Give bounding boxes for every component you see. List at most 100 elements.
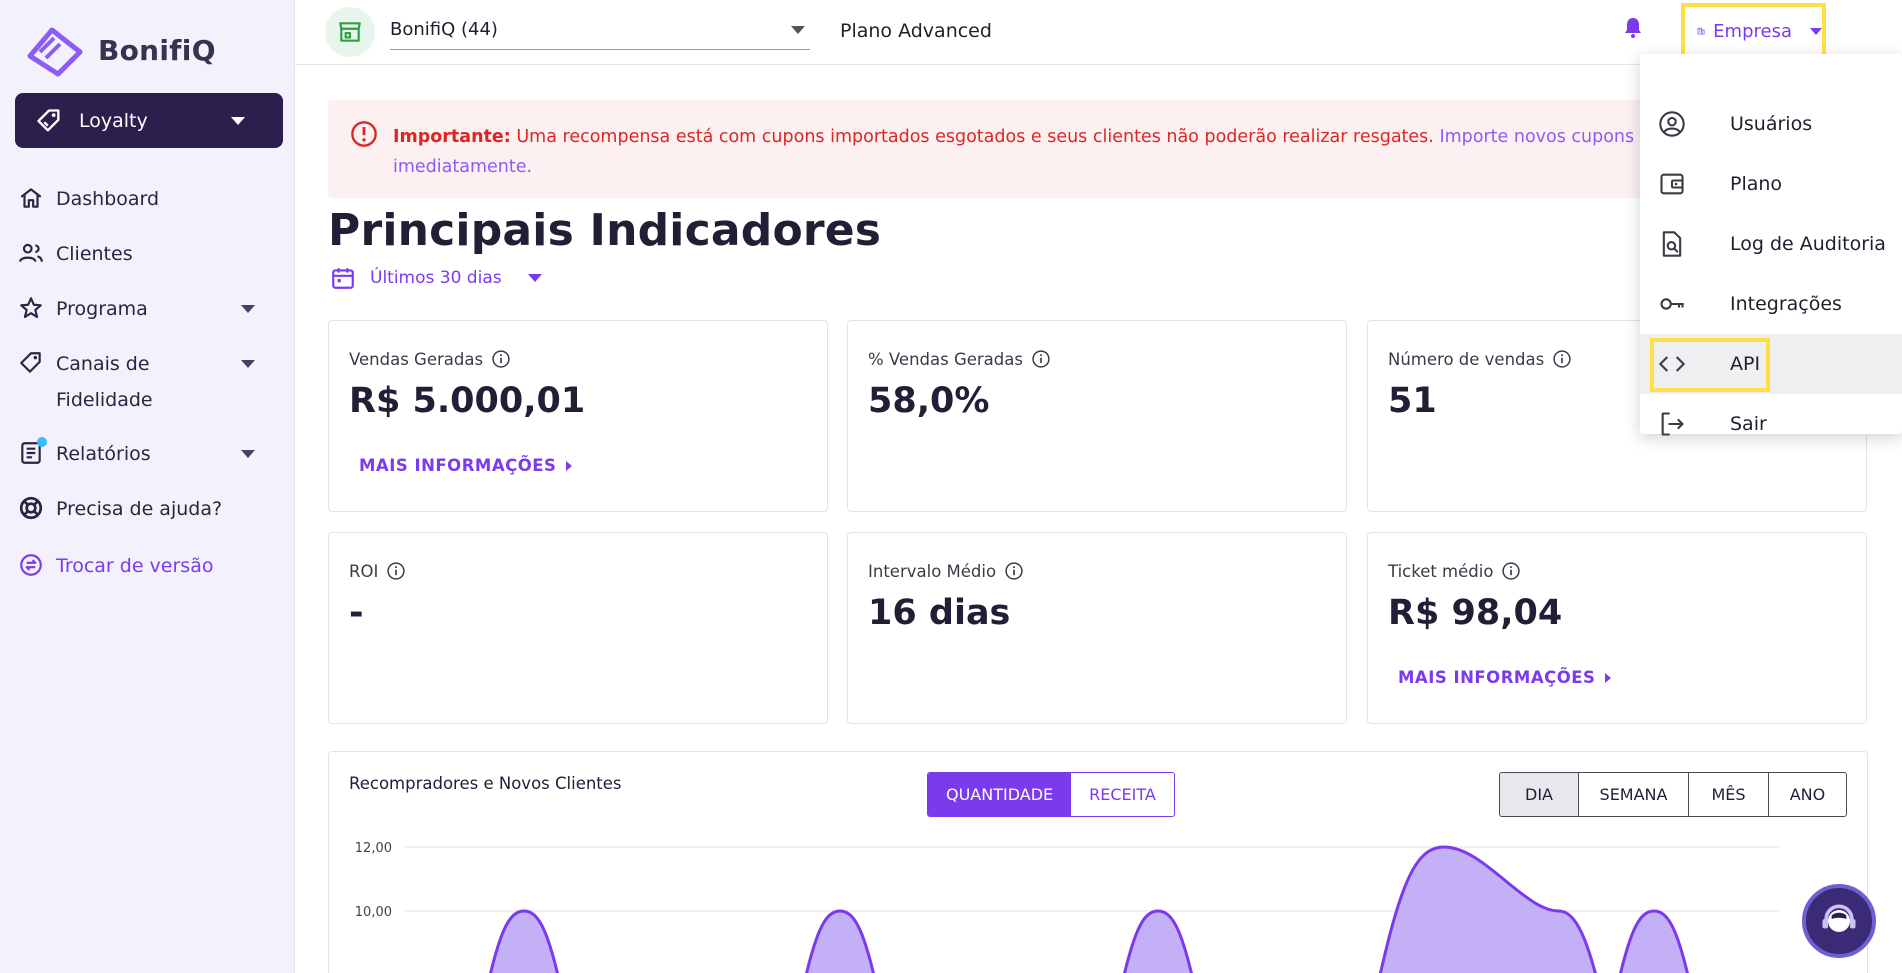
product-selector-label: Loyalty [79, 109, 148, 132]
more-info-link[interactable]: MAIS INFORMAÇÕES [1398, 668, 1612, 687]
menu-item-api[interactable]: API [1640, 334, 1902, 394]
store-avatar [325, 7, 375, 57]
bell-icon[interactable] [1621, 14, 1645, 40]
sidebar-item-trocar-versao[interactable]: Trocar de versão [0, 542, 295, 597]
bonifiq-logo-icon [27, 27, 83, 77]
sidebar-item-programa[interactable]: Programa [0, 285, 295, 340]
tab-dia[interactable]: DIA [1500, 773, 1578, 816]
y-tick-label: 10,00 [355, 905, 392, 920]
tab-mes[interactable]: MÊS [1688, 773, 1768, 816]
users-icon [19, 243, 43, 263]
kpi-label: ROI [349, 561, 406, 581]
menu-item-label: Plano [1730, 173, 1783, 195]
chevron-right-icon [566, 460, 573, 471]
chevron-right-icon [1605, 672, 1612, 683]
calendar-icon [332, 268, 354, 289]
menu-item-plano[interactable]: Plano [1640, 154, 1902, 214]
menu-item-label: Log de Auditoria [1730, 233, 1886, 255]
sidebar-item-clientes[interactable]: Clientes [0, 230, 295, 285]
sidebar-item-label: Dashboard [56, 188, 160, 210]
page-title: Principais Indicadores [328, 205, 882, 256]
sidebar-item-label: Precisa de ajuda? [56, 498, 223, 520]
menu-item-sair[interactable]: Sair [1640, 394, 1902, 454]
report-icon-wrap [18, 437, 47, 466]
kpi-label-text: Vendas Geradas [349, 349, 484, 369]
brand-logo[interactable]: BonifiQ [22, 22, 216, 78]
building-icon [1697, 27, 1705, 35]
more-info-link[interactable]: MAIS INFORMAÇÕES [359, 456, 573, 475]
brand-name: BonifiQ [98, 33, 216, 67]
kpi-label-text: ROI [349, 561, 379, 581]
sidebar-item-label: Clientes [56, 243, 133, 265]
alert-message: Importante: Uma recompensa está com cupo… [393, 122, 1853, 182]
support-chat-button[interactable] [1802, 884, 1876, 958]
info-icon[interactable] [386, 561, 406, 581]
menu-item-integracoes[interactable]: Integrações [1640, 274, 1902, 334]
lifebuoy-icon [19, 496, 43, 520]
store-icon [339, 22, 361, 42]
plan-label: Plano Advanced [840, 20, 992, 42]
sidebar-item-relatorios[interactable]: Relatórios [0, 430, 295, 485]
chevron-down-icon [241, 305, 255, 313]
area-peak [1123, 909, 1193, 973]
menu-item-label: Sair [1730, 413, 1767, 435]
period-selector[interactable]: Últimos 30 dias [330, 265, 542, 291]
chevron-down-icon [791, 25, 805, 34]
chevron-down-icon [241, 450, 255, 458]
chevron-down-icon [1810, 27, 1822, 35]
wallet-icon [1660, 173, 1684, 195]
kpi-label-text: Número de vendas [1388, 349, 1545, 369]
company-menu-button[interactable]: Empresa [1681, 3, 1826, 59]
tab-semana[interactable]: SEMANA [1578, 773, 1688, 816]
switch-icon [20, 554, 42, 576]
info-icon[interactable] [1552, 349, 1572, 369]
kpi-label: Ticket médio [1388, 561, 1521, 581]
info-icon[interactable] [491, 349, 511, 369]
headset-icon [1822, 904, 1856, 932]
info-icon[interactable] [1004, 561, 1024, 581]
product-selector[interactable]: Loyalty [15, 93, 283, 148]
store-selector[interactable]: BonifiQ (44) [390, 10, 810, 50]
kpi-card-roi: ROI - [328, 532, 828, 724]
sidebar-item-label: Programa [56, 298, 148, 320]
period-label: Últimos 30 dias [370, 268, 502, 288]
sidebar-item-ajuda[interactable]: Precisa de ajuda? [0, 485, 295, 542]
tab-ano[interactable]: ANO [1768, 773, 1846, 816]
menu-item-usuarios[interactable]: Usuários [1640, 94, 1902, 154]
info-icon[interactable] [1501, 561, 1521, 581]
kpi-value: 58,0% [868, 381, 990, 421]
kpi-value: 51 [1388, 381, 1437, 421]
tab-receita[interactable]: RECEITA [1071, 773, 1174, 816]
sidebar: BonifiQ Loyalty Dashboard Clientes Progr… [0, 0, 295, 973]
notification-dot [37, 437, 47, 447]
sidebar-item-dashboard[interactable]: Dashboard [0, 175, 295, 230]
menu-item-label: Integrações [1730, 293, 1842, 315]
kpi-card-ticket-medio: Ticket médio R$ 98,04 MAIS INFORMAÇÕES [1367, 532, 1867, 724]
user-circle-icon [1659, 111, 1685, 137]
sidebar-item-label: Trocar de versão [56, 555, 214, 577]
period-toggle: DIA SEMANA MÊS ANO [1499, 772, 1847, 817]
kpi-value: R$ 98,04 [1388, 593, 1563, 633]
sidebar-nav: Dashboard Clientes Programa Canais de Fi… [0, 175, 295, 597]
area-peak [1378, 845, 1597, 973]
home-icon [20, 188, 42, 208]
kpi-label: Intervalo Médio [868, 561, 1024, 581]
chart-title: Recompradores e Novos Clientes [349, 774, 622, 793]
tag-icon [37, 108, 60, 131]
menu-item-log-auditoria[interactable]: Log de Auditoria [1640, 214, 1902, 274]
import-coupons-link-cont[interactable]: imediatamente. [393, 157, 532, 177]
info-icon[interactable] [1031, 349, 1051, 369]
kpi-label: Vendas Geradas [349, 349, 511, 369]
kpi-label-text: Ticket médio [1388, 561, 1494, 581]
sidebar-item-canais-de-fidelidade[interactable]: Canais de Fidelidade [0, 340, 295, 430]
kpi-card-intervalo-medio: Intervalo Médio 16 dias [847, 532, 1347, 724]
kpi-card-vendas-geradas: Vendas Geradas R$ 5.000,01 MAIS INFORMAÇ… [328, 320, 828, 512]
tag-icon [20, 352, 41, 373]
company-dropdown-menu: Usuários Plano Log de Auditoria Integraç… [1640, 54, 1902, 436]
y-tick-label: 12,00 [355, 841, 392, 856]
sidebar-item-label: Relatórios [56, 443, 151, 465]
tab-quantidade[interactable]: QUANTIDADE [928, 773, 1072, 816]
alert-body: Uma recompensa está com cupons importado… [510, 127, 1440, 147]
alert-strong: Importante: [393, 127, 511, 147]
kpi-value: 16 dias [868, 593, 1011, 633]
